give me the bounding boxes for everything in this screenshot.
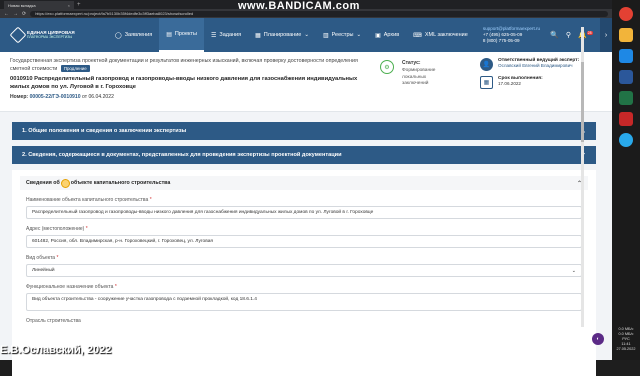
- field-object-name: Наименование объекта капитального строит…: [26, 197, 582, 219]
- clock-date: 27.05.2022: [614, 347, 638, 352]
- logo-subtitle: ПЛАТФОРМА ЭКСПЕРТИЗЫ: [27, 35, 75, 40]
- section-label: 2. Сведения, содержащиеся в документах, …: [22, 152, 342, 158]
- menu-item-projects[interactable]: ▤ Проекты: [159, 18, 204, 52]
- header-icons: 🔍 ⚲ 🔔28: [550, 31, 592, 39]
- bandicam-watermark: www.BANDICAM.com: [238, 0, 360, 12]
- status-icon: ⚙: [380, 60, 394, 74]
- registries-icon: ▥: [323, 32, 329, 39]
- telegram-icon[interactable]: [619, 133, 633, 147]
- menu-label: XML заключение: [425, 32, 468, 38]
- main-content: 1. Общие положения и сведения о заключен…: [12, 122, 596, 376]
- browser-tab[interactable]: Новая вкладка ×: [4, 1, 74, 9]
- planning-icon: ▦: [255, 32, 261, 39]
- field-label: Вид объекта: [26, 255, 55, 261]
- support-phone-2: 8 (800) 775-05-09: [483, 38, 540, 44]
- subsection-object-info[interactable]: Сведения об объекте капитального строите…: [20, 176, 588, 190]
- binoculars-icon[interactable]: ⚲: [566, 31, 571, 39]
- status-badge: Продление: [61, 65, 90, 72]
- author-caption: Е.В.Ославский, 2022: [0, 344, 111, 356]
- menu-item-registries[interactable]: ▥ Реестры ⌄: [316, 18, 368, 52]
- menu-item-tasks[interactable]: ☰ Задания: [204, 18, 248, 52]
- app-header: ЕДИНАЯ ЦИФРОВАЯ ПЛАТФОРМА ЭКСПЕРТИЗЫ ◯ З…: [0, 18, 612, 52]
- browser-window: Новая вкладка × + ← → ⟳ https://exo.plat…: [0, 0, 612, 360]
- status-value: Формирование локальных заключений: [402, 68, 446, 88]
- status-label: Статус:: [402, 60, 446, 66]
- menu-item-applications[interactable]: ◯ Заявления: [108, 18, 159, 52]
- mouse-cursor-highlight: [61, 179, 70, 188]
- purpose-textarea[interactable]: Вид объекта строительства - сооружение у…: [26, 293, 582, 311]
- project-number-link[interactable]: 00005-22/ГЭ-0010910: [30, 94, 81, 100]
- field-label: Адрес (местоположение): [26, 226, 84, 232]
- project-title: 0010910 Распределительный газопровод и г…: [10, 75, 370, 91]
- menu-item-archive[interactable]: ▣ Архив: [368, 18, 406, 52]
- section-label: 1. Общие положения и сведения о заключен…: [22, 128, 186, 134]
- explorer-icon[interactable]: [619, 28, 633, 42]
- field-purpose: Функциональное назначение объекта * Вид …: [26, 284, 582, 311]
- applications-icon: ◯: [115, 32, 122, 39]
- object-name-input[interactable]: Распределительный газопровод и газопрово…: [26, 206, 582, 219]
- status-block: ⚙ Статус: Формирование локальных заключе…: [380, 60, 446, 88]
- reload-button[interactable]: ⟳: [22, 11, 26, 17]
- help-chat-button[interactable]: ◐: [592, 333, 604, 345]
- word-icon[interactable]: [619, 70, 633, 84]
- chevron-down-icon: ⌄: [304, 32, 309, 38]
- chrome-icon[interactable]: [619, 7, 633, 21]
- chevron-down-icon: ⌄: [572, 268, 576, 274]
- project-info-bar: Государственная экспертиза проектной док…: [0, 52, 612, 112]
- menu-item-planning[interactable]: ▦ Планирование ⌄: [248, 18, 316, 52]
- xml-icon: ⌨: [413, 32, 422, 39]
- menu-label: Архив: [384, 32, 399, 38]
- field-label: Наименование объекта капитального строит…: [26, 197, 148, 203]
- tab-title: Новая вкладка: [8, 3, 36, 8]
- menu-label: Заявления: [125, 32, 153, 38]
- field-industry: Отрасль строительства: [26, 318, 582, 324]
- page-scrollbar[interactable]: [581, 27, 584, 327]
- menu-label: Проекты: [175, 31, 197, 37]
- expert-name[interactable]: Ославский Евгений Владимирович: [498, 63, 579, 68]
- tab-close-icon[interactable]: ×: [68, 3, 70, 8]
- select-value: Линейный: [32, 268, 55, 273]
- platform-logo[interactable]: ЕДИНАЯ ЦИФРОВАЯ ПЛАТФОРМА ЭКСПЕРТИЗЫ: [0, 29, 108, 41]
- user-icon: 👤: [480, 58, 493, 71]
- scrollbar-thumb[interactable]: [581, 62, 584, 142]
- new-tab-button[interactable]: +: [77, 2, 81, 8]
- menu-label: Реестры: [332, 32, 354, 38]
- field-label: Функциональное назначение объекта: [26, 284, 113, 290]
- calendar-icon: ▦: [480, 76, 493, 89]
- projects-icon: ▤: [166, 31, 172, 38]
- notification-badge: 28: [587, 31, 593, 35]
- search-icon[interactable]: 🔍: [550, 31, 559, 39]
- menu-label: Планирование: [264, 32, 302, 38]
- archive-icon: ▣: [375, 32, 381, 39]
- field-address: Адрес (местоположение) * 601482, Россия,…: [26, 226, 582, 248]
- tray-info: 0.0 МБ/с 0.0 МБ/с РУС 11:41 27.05.2022: [614, 327, 638, 352]
- field-object-type: Вид объекта * Линейный ⌄: [26, 255, 582, 277]
- header-expand-arrow[interactable]: ›: [600, 18, 612, 52]
- menu-item-xml[interactable]: ⌨ XML заключение: [406, 18, 475, 52]
- chevron-down-icon: ⌄: [356, 32, 361, 38]
- tasks-icon: ☰: [211, 32, 216, 39]
- excel-icon[interactable]: [619, 91, 633, 105]
- forward-button[interactable]: →: [13, 11, 18, 17]
- project-number: Номер: 00005-22/ГЭ-0010910 от 06.04.2022: [10, 94, 370, 100]
- bandicam-icon[interactable]: [619, 112, 633, 126]
- platform-logo-icon: [10, 27, 27, 44]
- address-input[interactable]: 601482, Россия, обл. Владимирская, р-н. …: [26, 235, 582, 248]
- main-menu: ◯ Заявления ▤ Проекты ☰ Задания ▦ Планир…: [108, 18, 475, 52]
- section-documents[interactable]: 2. Сведения, содержащиеся в документах, …: [12, 146, 596, 164]
- mail-icon[interactable]: [619, 49, 633, 63]
- object-type-select[interactable]: Линейный ⌄: [26, 264, 582, 277]
- back-button[interactable]: ←: [4, 11, 9, 17]
- support-contacts: support@platformaexpert.ru +7 (495) 625-…: [483, 26, 540, 44]
- field-label: Отрасль строительства: [26, 318, 582, 324]
- expert-block: 👤 Ответственный ведущий эксперт: Ославск…: [480, 58, 579, 94]
- section-general[interactable]: 1. Общие положения и сведения о заключен…: [12, 122, 596, 140]
- menu-label: Задания: [219, 32, 241, 38]
- deadline-value: 17.06.2022: [498, 81, 543, 86]
- windows-taskbar: 0.0 МБ/с 0.0 МБ/с РУС 11:41 27.05.2022: [612, 0, 640, 360]
